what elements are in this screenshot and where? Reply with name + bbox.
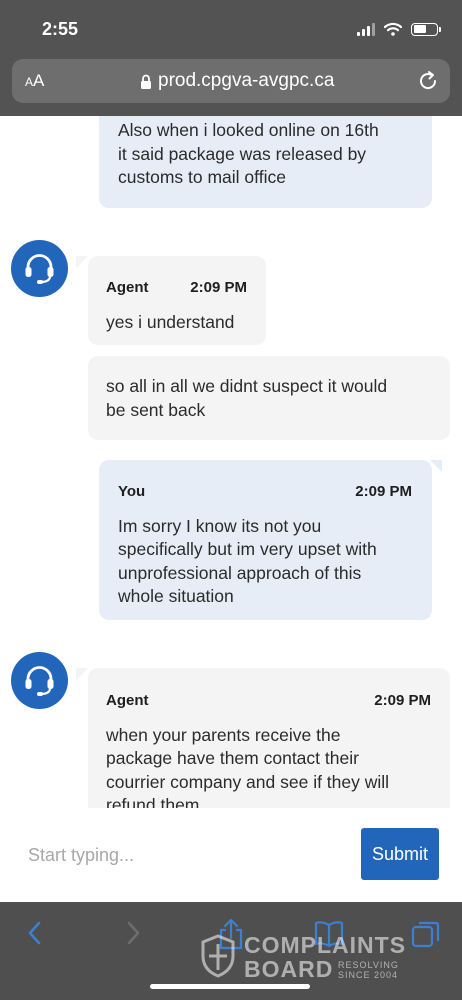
message-input[interactable] bbox=[16, 832, 346, 878]
headset-icon bbox=[25, 666, 54, 696]
address-bar[interactable]: AA prod.cpgva-avgpc.ca bbox=[12, 59, 450, 103]
browser-address-area: AA prod.cpgva-avgpc.ca bbox=[0, 56, 462, 116]
message-text: so all in all we didnt suspect it would … bbox=[106, 376, 388, 420]
agent-message: Agent 2:09 PM when your parents receive … bbox=[88, 668, 450, 808]
message-time: 2:09 PM bbox=[190, 279, 247, 296]
message-text: when your parents receive the package ha… bbox=[106, 724, 390, 809]
agent-avatar bbox=[11, 240, 68, 297]
agent-message: so all in all we didnt suspect it would … bbox=[88, 356, 450, 440]
shield-logo-icon bbox=[201, 934, 235, 978]
message-header: Agent 2:09 PM bbox=[106, 689, 431, 713]
message-text: Also when i looked online on 16th it sai… bbox=[118, 120, 379, 187]
user-message: You 2:09 PM Im sorry I know its not you … bbox=[99, 460, 432, 620]
battery-icon bbox=[411, 22, 441, 36]
submit-button[interactable]: Submit bbox=[361, 828, 439, 880]
message-sender: Agent bbox=[106, 279, 149, 296]
watermark-line1: COMPLAINTS bbox=[244, 932, 407, 958]
status-time: 2:55 bbox=[42, 19, 79, 39]
chat-transcript[interactable]: Also when i looked online on 16th it sai… bbox=[0, 116, 462, 808]
message-composer: Submit bbox=[0, 808, 462, 902]
lock-icon bbox=[141, 74, 151, 89]
wifi-icon bbox=[384, 22, 402, 36]
message-text: yes i understand bbox=[106, 311, 235, 332]
watermark-line2: BOARD bbox=[244, 956, 334, 982]
message-time: 2:09 PM bbox=[355, 483, 412, 500]
watermark-tagline2: SINCE 2004 bbox=[338, 970, 399, 980]
battery-level bbox=[413, 25, 426, 33]
cellular-signal-icon bbox=[357, 22, 375, 36]
message-sender: You bbox=[118, 483, 146, 500]
message-time: 2:09 PM bbox=[374, 692, 431, 709]
bubble-tail bbox=[76, 256, 88, 268]
home-indicator[interactable] bbox=[150, 984, 310, 989]
message-sender: Agent bbox=[106, 692, 149, 709]
headset-icon bbox=[25, 254, 54, 284]
agent-avatar bbox=[11, 652, 68, 709]
complaintsboard-watermark: COMPLAINTS BOARD RESOLVING SINCE 2004 bbox=[200, 930, 420, 982]
status-bar: 2:55 bbox=[0, 0, 462, 56]
bubble-tail bbox=[76, 668, 88, 680]
reload-icon[interactable] bbox=[417, 70, 439, 92]
back-icon[interactable] bbox=[24, 918, 46, 948]
message-header: Agent 2:09 PM bbox=[106, 276, 247, 300]
message-header: You 2:09 PM bbox=[118, 480, 412, 504]
agent-message: Agent 2:09 PM yes i understand bbox=[88, 256, 266, 345]
watermark-tagline1: RESOLVING bbox=[338, 960, 399, 970]
forward-icon[interactable] bbox=[122, 918, 144, 948]
user-message: Also when i looked online on 16th it sai… bbox=[99, 116, 432, 208]
text-size-button[interactable]: AA bbox=[25, 71, 44, 91]
status-icons bbox=[357, 22, 441, 36]
url-text[interactable]: prod.cpgva-avgpc.ca bbox=[158, 70, 334, 92]
message-text: Im sorry I know its not you specifically… bbox=[118, 515, 377, 607]
